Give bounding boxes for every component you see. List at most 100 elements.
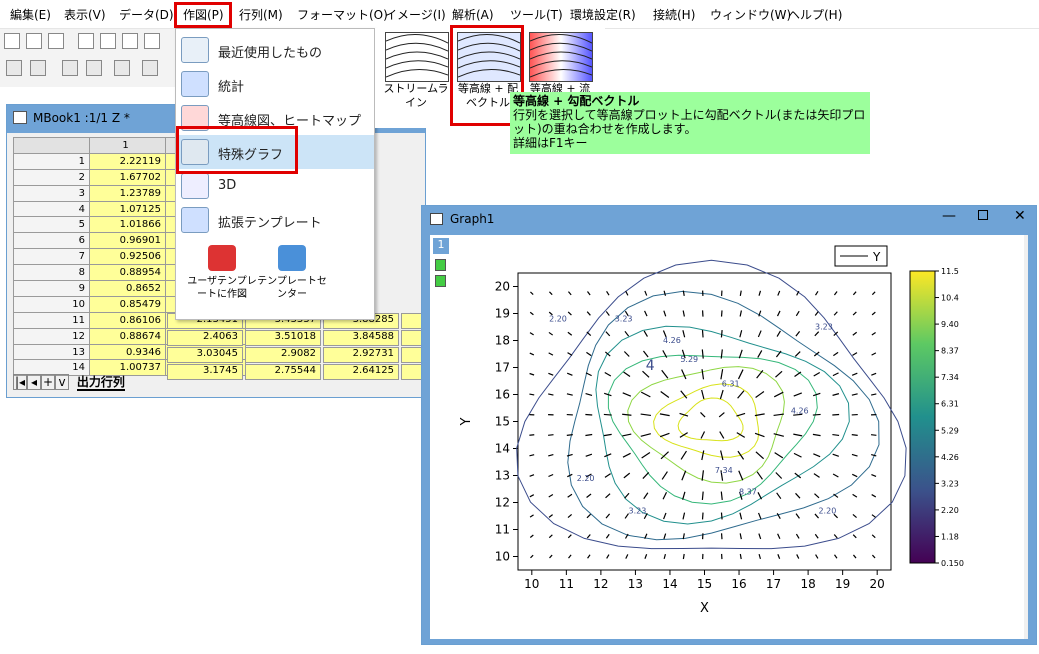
- cell[interactable]: 2.92731: [323, 346, 399, 363]
- plot-menu-item-0[interactable]: 最近使用したもの: [176, 33, 374, 67]
- row-header[interactable]: 13: [13, 343, 90, 361]
- y-tick-label: 16: [495, 388, 510, 402]
- row-header[interactable]: 11: [13, 311, 90, 329]
- row-header[interactable]: 1: [13, 152, 90, 170]
- gallery-item-1[interactable]: [457, 32, 521, 82]
- tab-nav-prev[interactable]: ◂: [27, 374, 41, 390]
- cell[interactable]: 3.84588: [323, 329, 399, 346]
- template-center-button[interactable]: テンプレートセンター: [256, 243, 328, 313]
- menu-item-12[interactable]: ヘルプ(H): [788, 6, 842, 23]
- menu-item-10[interactable]: 接続(H): [653, 6, 695, 23]
- contour-vector-plot[interactable]: 10 11 12 13 14 15 16 17 18 19 20 10 11 12 13 14 15 16 17 18…: [430, 235, 1028, 639]
- sheet-tab-output-matrix[interactable]: 出力行列: [76, 375, 125, 391]
- row-header[interactable]: 6: [13, 232, 90, 250]
- row-header[interactable]: 8: [13, 264, 90, 282]
- menu-item-5[interactable]: フォーマット(O): [297, 6, 388, 23]
- colorbar[interactable]: [909, 270, 936, 564]
- y-tick-label: 14: [495, 442, 510, 456]
- plot-menu-item-3[interactable]: 特殊グラフ: [176, 135, 374, 169]
- gallery-item-0[interactable]: [385, 32, 449, 82]
- cell[interactable]: 3.51018: [245, 329, 321, 346]
- cell[interactable]: 2.64125: [323, 363, 399, 380]
- toolbar-button-3[interactable]: [78, 33, 94, 49]
- plot-menu-item-5[interactable]: 拡張テンプレート: [176, 203, 374, 237]
- row-header[interactable]: 10: [13, 295, 90, 313]
- cell[interactable]: 1.23789: [89, 184, 166, 202]
- row-header[interactable]: 2: [13, 168, 90, 186]
- toolbar-button-6[interactable]: [144, 33, 160, 49]
- user-template-button[interactable]: ユーザテンプレートに作図: [186, 243, 258, 313]
- tab-add[interactable]: +: [41, 374, 55, 390]
- colorbar-label: 5.29: [941, 426, 959, 435]
- toolbar-button-0[interactable]: [4, 33, 20, 49]
- menu-item-0[interactable]: 編集(E): [10, 6, 51, 23]
- plot-menu-item-4[interactable]: 3D: [176, 169, 374, 203]
- column-header[interactable]: 1: [89, 137, 166, 154]
- y-tick-label: 19: [495, 307, 510, 321]
- row-header[interactable]: 9: [13, 280, 90, 297]
- maximize-icon[interactable]: [978, 210, 988, 220]
- menu-item-11[interactable]: ウィンドウ(W): [710, 6, 791, 23]
- row-header[interactable]: 4: [13, 200, 90, 218]
- graph-scrollbar[interactable]: [1024, 235, 1028, 639]
- contour-label: 4.26: [791, 406, 809, 415]
- cell[interactable]: 3.03045: [167, 346, 243, 363]
- cell[interactable]: 1.67702: [89, 168, 166, 186]
- close-icon[interactable]: ✕: [1014, 208, 1026, 224]
- graph-page[interactable]: 1 10 11 12 13 14 15 16 17 18 19 20 10 11 12 13 14 15 16 17…: [430, 235, 1028, 639]
- cell[interactable]: 0.85479: [89, 295, 166, 313]
- toolbar-button-row2-0[interactable]: [6, 60, 22, 76]
- cell[interactable]: 2.9082: [245, 346, 321, 363]
- cell[interactable]: 0.88674: [89, 327, 166, 345]
- cell[interactable]: 1.07125: [89, 200, 166, 218]
- x-tick-label: 11: [559, 577, 574, 591]
- cell[interactable]: 2.4063: [167, 329, 243, 346]
- row-header[interactable]: 5: [13, 216, 90, 234]
- row-header[interactable]: 12: [13, 327, 90, 345]
- toolbar-button-2[interactable]: [48, 33, 64, 49]
- menu-item-4[interactable]: 行列(M): [239, 6, 283, 23]
- menu-item-3[interactable]: 作図(P): [183, 6, 224, 23]
- toolbar-button-row2-3[interactable]: [86, 60, 102, 76]
- graph-title-bar[interactable]: Graph1 — ✕: [422, 206, 1036, 233]
- cell[interactable]: 3.1745: [167, 363, 243, 380]
- y-tick-label: 10: [495, 550, 510, 564]
- toolbar-button-row2-4[interactable]: [114, 60, 130, 76]
- tab-nav-first[interactable]: |◂: [13, 374, 27, 390]
- menu-item-9[interactable]: 環境設定(R): [570, 6, 636, 23]
- cell[interactable]: 0.92506: [89, 248, 166, 266]
- row-header[interactable]: 3: [13, 184, 90, 202]
- toolbar-button-row2-2[interactable]: [62, 60, 78, 76]
- tooltip-body: 行列を選択して等高線プロット上に勾配ベクトル(または矢印プロット)の重ね合わせを…: [513, 108, 866, 136]
- corner-cell[interactable]: [13, 137, 90, 154]
- toolbar-button-row2-1[interactable]: [30, 60, 46, 76]
- colorbar-label: 2.20: [941, 506, 959, 515]
- heatmap-icon: [181, 105, 209, 131]
- plot-menu-item-1[interactable]: 統計: [176, 67, 374, 101]
- tab-nav-list[interactable]: v: [55, 374, 69, 390]
- toolbar-button-5[interactable]: [122, 33, 138, 49]
- menu-item-8[interactable]: ツール(T): [510, 6, 563, 23]
- menu-item-7[interactable]: 解析(A): [452, 6, 494, 23]
- minimize-icon[interactable]: —: [942, 208, 956, 224]
- cell[interactable]: 0.86106: [89, 311, 166, 329]
- cell[interactable]: 1.01866: [89, 216, 166, 234]
- toolbar-button-row2-5[interactable]: [142, 60, 158, 76]
- cell[interactable]: 0.9346: [89, 343, 166, 361]
- vector-arrow: [566, 434, 573, 436]
- plot-menu-item-2[interactable]: 等高線図、ヒートマップ: [176, 101, 374, 135]
- toolbar-button-4[interactable]: [100, 33, 116, 49]
- gallery-item-2[interactable]: [529, 32, 593, 82]
- cell[interactable]: 0.8652: [89, 280, 166, 297]
- menu-item-2[interactable]: データ(D): [119, 6, 174, 23]
- menu-item-6[interactable]: イメージ(I): [385, 6, 446, 23]
- menu-item-1[interactable]: 表示(V): [64, 6, 106, 23]
- row-header[interactable]: 7: [13, 248, 90, 266]
- x-tick-label: 16: [731, 577, 746, 591]
- cell[interactable]: 0.96901: [89, 232, 166, 250]
- vector-arrow: [739, 553, 742, 560]
- toolbar-button-1[interactable]: [26, 33, 42, 49]
- cell[interactable]: 0.88954: [89, 264, 166, 282]
- cell[interactable]: 2.22119: [89, 152, 166, 170]
- cell[interactable]: 2.75544: [245, 363, 321, 380]
